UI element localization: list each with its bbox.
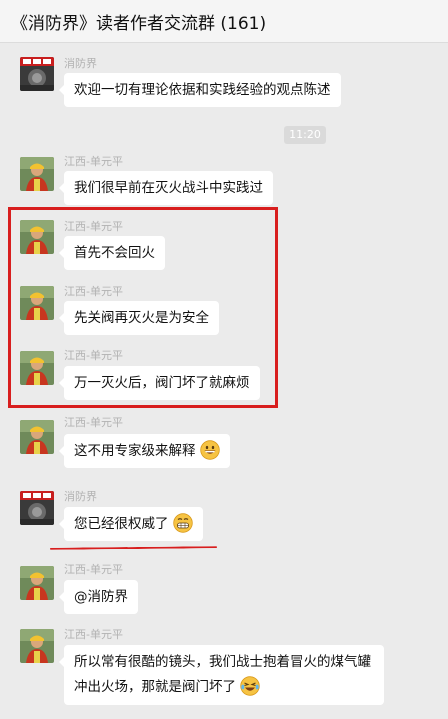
firefighter-photo-avatar[interactable] — [20, 420, 54, 454]
message-bubble[interactable]: 我们很早前在灭火战斗中实践过 — [59, 171, 273, 205]
message-text: 您已经很权威了 — [74, 516, 169, 532]
sender-name: 消防界 — [64, 490, 97, 503]
sender-name: 江西-单元平 — [64, 416, 123, 429]
laughing-tears-emoji — [240, 676, 260, 696]
red-underline — [49, 546, 218, 550]
red-highlight-box — [8, 207, 278, 408]
sender-name: 江西-单元平 — [64, 563, 123, 576]
message-text: 所以常有很酷的镜头，我们战士抱着冒火的煤气罐冲出火场，那就是阀门坏了 — [74, 654, 371, 695]
message-bubble[interactable]: 这不用专家级来解释 — [59, 434, 230, 468]
message-bubble[interactable]: 您已经很权威了 — [59, 507, 203, 541]
sender-name: 消防界 — [64, 57, 97, 70]
timestamp: 11:20 — [284, 126, 326, 144]
fire-brigade-logo-avatar[interactable] — [20, 57, 54, 91]
message-text: 这不用专家级来解释 — [74, 443, 196, 459]
message-text: 欢迎一切有理论依据和实践经验的观点陈述 — [74, 82, 331, 98]
sender-name: 江西-单元平 — [64, 628, 123, 641]
fire-brigade-logo-avatar[interactable] — [20, 491, 54, 525]
firefighter-photo-avatar[interactable] — [20, 157, 54, 191]
grinning-emoji — [200, 440, 220, 460]
firefighter-photo-avatar[interactable] — [20, 566, 54, 600]
message-text: @消防界 — [74, 589, 128, 605]
message-bubble[interactable]: @消防界 — [59, 580, 138, 614]
sender-name: 江西-单元平 — [64, 155, 123, 168]
message-text: 我们很早前在灭火战斗中实践过 — [74, 180, 263, 196]
chat-header: 《消防界》读者作者交流群 (161) — [0, 0, 448, 43]
message-bubble[interactable]: 欢迎一切有理论依据和实践经验的观点陈述 — [59, 73, 341, 107]
message-bubble[interactable]: 所以常有很酷的镜头，我们战士抱着冒火的煤气罐冲出火场，那就是阀门坏了 — [59, 645, 384, 705]
firefighter-photo-avatar[interactable] — [20, 629, 54, 663]
grinning-teeth-emoji — [173, 513, 193, 533]
group-title[interactable]: 《消防界》读者作者交流群 (161) — [11, 9, 266, 34]
